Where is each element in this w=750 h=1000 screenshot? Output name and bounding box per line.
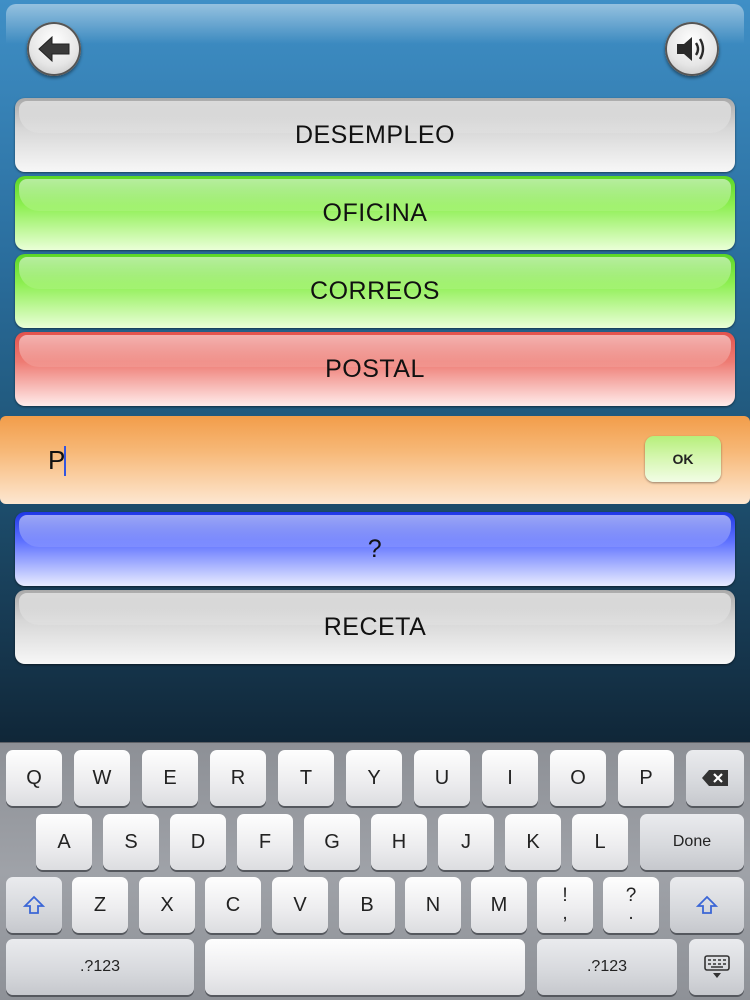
key-label: M	[490, 893, 508, 916]
key-label-bottom: ,	[562, 903, 568, 924]
key-n[interactable]: N	[405, 877, 461, 933]
key-p[interactable]: P	[618, 750, 674, 806]
text-cursor	[64, 446, 66, 476]
key-d[interactable]: D	[170, 814, 226, 870]
key-label: J	[461, 830, 471, 853]
key-j[interactable]: J	[438, 814, 494, 870]
answer-input[interactable]	[48, 442, 608, 478]
key-exclamation-comma[interactable]: ! ,	[537, 877, 593, 933]
sound-button[interactable]	[665, 22, 719, 76]
key-label: P	[639, 766, 653, 789]
word-label: CORREOS	[310, 276, 440, 305]
key-label: .?123	[79, 958, 121, 975]
key-x[interactable]: X	[139, 877, 195, 933]
done-key[interactable]: Done	[640, 814, 744, 870]
key-label: A	[57, 830, 71, 853]
shift-icon	[696, 895, 718, 914]
key-z[interactable]: Z	[72, 877, 128, 933]
key-question-period[interactable]: ? .	[603, 877, 659, 933]
key-f[interactable]: F	[237, 814, 293, 870]
shift-icon	[23, 895, 45, 914]
key-label: O	[570, 766, 586, 789]
word-option-oficina[interactable]: OFICINA	[15, 176, 735, 250]
space-key[interactable]	[205, 939, 525, 995]
key-k[interactable]: K	[505, 814, 561, 870]
key-t[interactable]: T	[278, 750, 334, 806]
key-u[interactable]: U	[414, 750, 470, 806]
word-option-desempleo[interactable]: DESEMPLEO	[15, 98, 735, 172]
key-label: I	[507, 766, 513, 789]
key-label: S	[124, 830, 138, 853]
answer-bar: OK	[0, 416, 750, 504]
numbers-key-left[interactable]: .?123	[6, 939, 194, 995]
key-label: H	[391, 830, 407, 853]
word-option-unknown[interactable]: ?	[15, 512, 735, 586]
key-label: Y	[367, 766, 381, 789]
key-label: D	[190, 830, 206, 853]
key-o[interactable]: O	[550, 750, 606, 806]
key-label: N	[425, 893, 441, 916]
key-label: Q	[26, 766, 42, 789]
word-option-postal[interactable]: POSTAL	[15, 332, 735, 406]
key-i[interactable]: I	[482, 750, 538, 806]
key-b[interactable]: B	[339, 877, 395, 933]
key-c[interactable]: C	[205, 877, 261, 933]
hide-keyboard-key[interactable]	[689, 939, 744, 995]
word-label: ?	[367, 534, 383, 563]
key-label: .?123	[586, 958, 628, 975]
key-g[interactable]: G	[304, 814, 360, 870]
key-label-bottom: .	[628, 903, 634, 924]
key-label: L	[594, 830, 606, 853]
shift-key-right[interactable]	[670, 877, 744, 933]
backspace-icon	[702, 770, 728, 786]
key-q[interactable]: Q	[6, 750, 62, 806]
key-e[interactable]: E	[142, 750, 198, 806]
key-label: R	[230, 766, 246, 789]
key-label: F	[258, 830, 272, 853]
word-label: OFICINA	[322, 198, 428, 227]
key-label: U	[434, 766, 450, 789]
key-label: Done	[672, 833, 712, 850]
key-label: C	[225, 893, 241, 916]
speaker-icon	[677, 37, 705, 61]
key-s[interactable]: S	[103, 814, 159, 870]
back-button[interactable]	[27, 22, 81, 76]
key-label: X	[160, 893, 174, 916]
key-y[interactable]: Y	[346, 750, 402, 806]
backspace-key[interactable]	[686, 750, 744, 806]
key-label: B	[360, 893, 374, 916]
key-label: G	[324, 830, 340, 853]
key-v[interactable]: V	[272, 877, 328, 933]
numbers-key-right[interactable]: .?123	[537, 939, 677, 995]
key-r[interactable]: R	[210, 750, 266, 806]
ok-button[interactable]: OK	[645, 436, 721, 482]
key-label: W	[92, 766, 112, 789]
key-label: V	[293, 893, 307, 916]
word-option-correos[interactable]: CORREOS	[15, 254, 735, 328]
word-label: RECETA	[323, 612, 427, 641]
shift-key-left[interactable]	[6, 877, 62, 933]
key-a[interactable]: A	[36, 814, 92, 870]
word-label: DESEMPLEO	[294, 120, 456, 149]
top-gloss	[6, 4, 744, 44]
key-label: Z	[93, 893, 107, 916]
word-option-receta[interactable]: RECETA	[15, 590, 735, 664]
key-label: E	[163, 766, 177, 789]
keyboard-hide-icon	[703, 955, 730, 978]
key-m[interactable]: M	[471, 877, 527, 933]
key-label: K	[526, 830, 540, 853]
arrow-left-icon	[38, 35, 70, 63]
key-h[interactable]: H	[371, 814, 427, 870]
key-w[interactable]: W	[74, 750, 130, 806]
key-l[interactable]: L	[572, 814, 628, 870]
ok-label: OK	[672, 451, 694, 467]
onscreen-keyboard: Q W E R T Y U I O P A S D F G H J K L Do…	[0, 742, 750, 1000]
key-label: T	[299, 766, 313, 789]
word-label: POSTAL	[325, 354, 425, 383]
